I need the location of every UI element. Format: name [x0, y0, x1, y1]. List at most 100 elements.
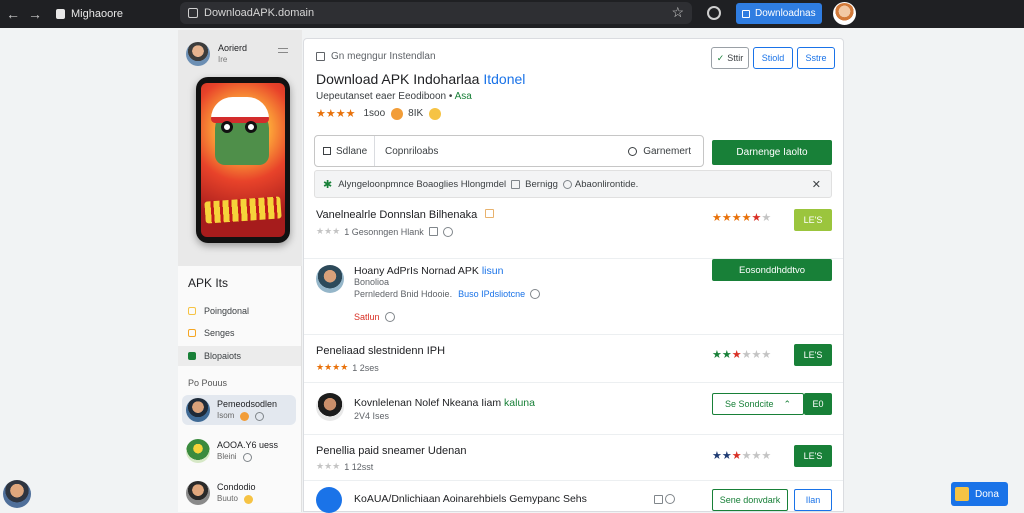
sidebar-item-label: Senges: [204, 328, 235, 338]
emoji-icon: [391, 107, 404, 120]
download-button[interactable]: Eosonddhddtvo: [712, 259, 832, 281]
main-content: Gn megngur Instendlan ✓ Sttir Stiold Sst…: [303, 38, 844, 513]
page-info-icon[interactable]: [188, 8, 198, 18]
rating-stars: ★★★: [316, 226, 341, 236]
game-artwork: [201, 83, 285, 237]
sidebar-user-1[interactable]: AOOA.Y6 uess Bleini: [182, 436, 296, 466]
info-icon: [530, 289, 541, 299]
notice-text: Alyngeloonpmnce Boaoglies Hlongmdel: [338, 178, 507, 190]
list-item[interactable]: Peneliaad slestnidenn IPH ★★★★ 1 2ses ★★…: [304, 335, 843, 383]
rating-stars: ★★★: [316, 461, 341, 471]
item-name: Penellia paid sneamer Udenan: [316, 445, 467, 457]
list-item[interactable]: Kovnlelenan Nolef Nkeana Iiam kaluna 2V4…: [304, 383, 843, 435]
download-size-button[interactable]: E0: [804, 393, 832, 415]
secondary-action-button[interactable]: Se Sondcite ⌃: [712, 393, 804, 415]
item-meta-text: 1 2ses: [352, 362, 379, 373]
list-item[interactable]: Vanelnealrle Donnslan Bilhenaka ★★★ 1 Ge…: [304, 203, 843, 259]
list-item[interactable]: Penellia paid sneamer Udenan ★★★ 1 12sst…: [304, 435, 843, 481]
smile-icon: [429, 107, 442, 120]
url-text: DownloadAPK.domain: [204, 7, 315, 19]
notice-extra-1: Bernigg: [525, 178, 558, 190]
section-title: APK Its: [188, 276, 229, 290]
rating-row: ★★★★ 1soo 8IK: [316, 107, 442, 120]
sidebar-item-0[interactable]: Poingdonal: [188, 306, 249, 316]
search-bar: Sdlane Garnemert: [314, 135, 704, 167]
item-status: Satlun: [354, 312, 395, 322]
breadcrumb[interactable]: Gn megngur Instendlan: [316, 51, 436, 62]
lock-icon: [485, 209, 495, 218]
item-name-text: Kovnlelenan Nolef Nkeana Iiam: [354, 397, 502, 409]
user-name: Condodio: [217, 482, 256, 492]
extension-icon[interactable]: [707, 6, 721, 20]
close-icon[interactable]: ✕: [812, 178, 821, 191]
title-accent: Itdonel: [483, 71, 526, 87]
download-size-button[interactable]: LE'S: [794, 209, 832, 231]
floating-action-button[interactable]: Dona: [951, 482, 1008, 506]
download-size-button[interactable]: LE'S: [794, 445, 832, 467]
user-avatar[interactable]: [833, 2, 856, 25]
image-icon: [654, 495, 663, 504]
search-scope-label: Sdlane: [336, 145, 368, 157]
item-meta-text: 1 12sst: [344, 461, 374, 472]
item-name: Kovnlelenan Nolef Nkeana Iiam kaluna: [354, 397, 535, 409]
search-input[interactable]: [375, 136, 629, 166]
download-cta-button[interactable]: Downloadnas: [736, 3, 822, 24]
left-sidebar: Aorierd Ire APK Its Poingdonal Senges Bl…: [178, 30, 302, 512]
header-button-2[interactable]: Sstre: [797, 47, 835, 69]
secondary-action-button[interactable]: Sene donvdark: [712, 489, 788, 511]
header-button-label: Stiold: [761, 53, 785, 63]
item-meta: Pernlederd Bnid Hdooie. Buso IPdsliotcne: [354, 289, 541, 299]
address-bar[interactable]: DownloadAPK.domain ☆: [180, 2, 692, 24]
site-chip[interactable]: Mighaoore: [56, 8, 123, 20]
item-meta: ★★★★ 1 2ses: [316, 362, 379, 373]
sidebar-item-1[interactable]: Senges: [188, 328, 235, 338]
page-icon: [316, 52, 325, 61]
apps-icon: [188, 352, 196, 360]
item-meta: ★★★ 1 Gesonngen Hlank: [316, 226, 453, 237]
header-button-0[interactable]: ✓ Sttir: [711, 47, 749, 69]
status-icon: [240, 411, 250, 421]
user-name: AOOA.Y6 uess: [217, 440, 279, 450]
header-button-label: Sttir: [727, 53, 744, 63]
secondary-action-label: Se Sondcite: [724, 399, 774, 409]
search-scope-select[interactable]: Sdlane: [315, 136, 375, 166]
avatar[interactable]: [3, 480, 31, 508]
sidebar-user-2[interactable]: Condodio Buuto: [182, 478, 296, 508]
forward-icon[interactable]: →: [26, 5, 44, 23]
item-name: KoAUA/Dnlichiaan Aoinarehbiels Gemypanc …: [354, 493, 587, 505]
item-link[interactable]: Buso IPdsliotcne: [458, 289, 525, 299]
item-name-text: Hoany AdPrIs Nornad APK: [354, 265, 479, 277]
sidebar-user-0[interactable]: Pemeodsodlen Isom: [182, 395, 296, 425]
item-name: Vanelnealrle Donnslan Bilhenaka: [316, 209, 495, 221]
avatar: [186, 439, 210, 463]
profile-header[interactable]: Aorierd Ire: [186, 42, 247, 66]
list-item[interactable]: KoAUA/Dnlichiaan Aoinarehbiels Gemypanc …: [304, 481, 843, 513]
list-item[interactable]: Hoany AdPrIs Nornad APK lisun Bonolioa P…: [304, 259, 843, 335]
item-meta: 2V4 Ises: [354, 411, 390, 421]
info-icon: [242, 452, 252, 462]
search-icon: [628, 146, 638, 156]
rating-extra: 8IK: [408, 108, 424, 119]
user-meta: Bleini: [217, 452, 237, 461]
rating-stars: ★★★★: [316, 362, 349, 372]
image-icon: [511, 179, 521, 189]
scope-icon: [323, 147, 331, 155]
check-icon: ✓: [716, 52, 725, 63]
download-size-button[interactable]: LE'S: [794, 344, 832, 366]
breadcrumb-text: Gn megngur Instendlan: [331, 51, 436, 62]
info-icon: [562, 179, 572, 189]
header-button-label: Sstre: [805, 53, 827, 63]
item-sub: Bonolioa: [354, 277, 390, 287]
download-button[interactable]: Darnenge Iaolto: [712, 140, 832, 165]
info-icon: [665, 494, 675, 504]
sidebar-item-2[interactable]: Blopaiots: [178, 346, 301, 366]
bookmark-star-icon[interactable]: ☆: [671, 4, 684, 21]
action-button[interactable]: Ilan: [794, 489, 832, 511]
sidebar-item-label: Blopaiots: [204, 351, 242, 361]
header-button-1[interactable]: Stiold: [753, 47, 793, 69]
menu-icon[interactable]: [278, 48, 288, 53]
search-button[interactable]: Garnemert: [628, 146, 703, 157]
notice-banner: ✱ Alyngeloonpmnce Boaoglies Hlongmdel Be…: [314, 170, 832, 198]
info-icon: [442, 226, 453, 237]
back-icon[interactable]: ←: [4, 5, 22, 23]
